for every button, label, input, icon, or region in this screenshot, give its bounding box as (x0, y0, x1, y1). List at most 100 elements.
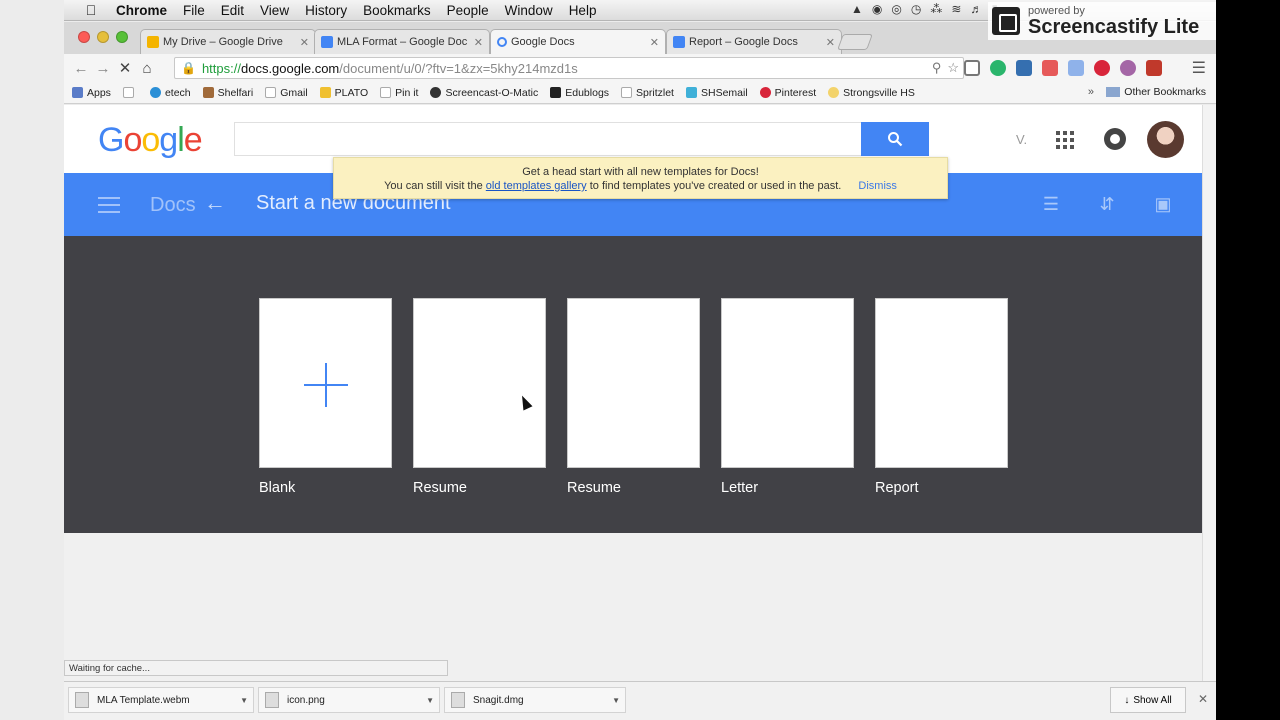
forward-icon[interactable]: → (92, 60, 114, 77)
bookmarks-overflow-icon[interactable]: » (1088, 86, 1094, 98)
templates-notice: Get a head start with all new templates … (333, 157, 948, 199)
bookmark-shelfari[interactable]: Shelfari (202, 87, 253, 99)
tab-google-docs[interactable]: Google Docs ✕ (490, 29, 666, 54)
menu-edit[interactable]: Edit (213, 3, 252, 18)
browser-toolbar: ← → ✕ ⌂ 🔒 https:// docs.google.com /docu… (64, 54, 1216, 82)
extension-green-icon[interactable] (990, 60, 1006, 76)
template-label[interactable]: Report (875, 480, 919, 496)
template-label[interactable]: Blank (259, 480, 295, 496)
menu-history[interactable]: History (297, 3, 355, 18)
powered-by-text: powered by (1028, 4, 1085, 17)
back-icon[interactable]: ← (70, 60, 92, 77)
template-report[interactable] (875, 298, 1008, 468)
google-logo[interactable]: Google (98, 121, 203, 160)
apps-grid-icon[interactable] (1056, 131, 1074, 149)
bookmark-screencast[interactable]: Screencast-O-Matic (430, 87, 538, 99)
bookmark-apps[interactable]: Apps (72, 87, 111, 99)
new-tab-button[interactable] (837, 34, 873, 50)
search-input[interactable] (234, 122, 862, 156)
sort-icon[interactable]: ⇵ (1096, 193, 1118, 215)
close-tab-icon[interactable]: ✕ (650, 36, 659, 49)
sync-icon[interactable]: ◎ (891, 2, 901, 16)
template-resume-2[interactable] (567, 298, 700, 468)
template-letter[interactable] (721, 298, 854, 468)
menu-chrome[interactable]: Chrome (108, 3, 175, 18)
notifications-icon[interactable] (1104, 128, 1126, 150)
menu-bookmarks[interactable]: Bookmarks (355, 3, 439, 18)
avatar[interactable] (1147, 121, 1184, 158)
close-tab-icon[interactable]: ✕ (826, 36, 835, 49)
template-resume-1[interactable] (413, 298, 546, 468)
home-icon[interactable]: ⌂ (136, 60, 158, 77)
list-view-icon[interactable]: ☰ (1040, 193, 1062, 215)
tab-report[interactable]: Report – Google Docs ✕ (666, 29, 842, 54)
menu-view[interactable]: View (252, 3, 297, 18)
back-arrow-icon[interactable]: ← (204, 190, 226, 216)
page-scrollbar[interactable] (1202, 105, 1216, 681)
star-icon[interactable]: ☆ (947, 60, 959, 76)
minimize-window-button[interactable] (97, 31, 109, 43)
zoom-window-button[interactable] (116, 31, 128, 43)
folder-icon[interactable]: ▣ (1152, 193, 1174, 215)
extension-red-icon[interactable] (1042, 60, 1058, 76)
docs-title[interactable]: Docs (150, 194, 196, 217)
close-tab-icon[interactable]: ✕ (474, 36, 483, 49)
stop-icon[interactable]: ✕ (114, 59, 136, 77)
tab-my-drive[interactable]: My Drive – Google Drive ✕ (140, 29, 316, 54)
clock-icon[interactable]: ◷ (911, 2, 921, 16)
dismiss-button[interactable]: Dismiss (858, 180, 897, 192)
chrome-menu-icon[interactable]: ☰ (1192, 58, 1206, 78)
download-item[interactable]: MLA Template.webm ▼ (68, 687, 254, 713)
screencastify-watermark: powered by Screencastify Lite (988, 2, 1216, 40)
other-bookmarks[interactable]: Other Bookmarks (1106, 86, 1206, 98)
chevron-down-icon[interactable]: ▼ (240, 696, 248, 705)
bell-icon[interactable]: ▲ (851, 2, 863, 16)
search-button[interactable] (861, 122, 929, 156)
download-item[interactable]: icon.png ▼ (258, 687, 440, 713)
extension-dark-red-icon[interactable] (1146, 60, 1162, 76)
download-item[interactable]: Snagit.dmg ▼ (444, 687, 626, 713)
pinterest-icon[interactable] (1094, 60, 1110, 76)
url-path: /document/u/0/?ftv=1&zx=5khy214mzd1s (339, 60, 578, 76)
tab-mla-format[interactable]: MLA Format – Google Doc ✕ (314, 29, 490, 54)
plus-icon (304, 363, 348, 407)
close-window-button[interactable] (78, 31, 90, 43)
chevron-down-icon[interactable]: ▼ (612, 696, 620, 705)
bookmark-strongsville[interactable]: Strongsville HS (828, 87, 915, 99)
close-downloads-icon[interactable]: ✕ (1198, 692, 1208, 706)
docs-icon (673, 36, 685, 48)
bookmark-gmail[interactable]: Gmail (265, 87, 308, 99)
address-bar[interactable]: 🔒 https:// docs.google.com /document/u/0… (174, 57, 964, 79)
chevron-down-icon[interactable]: ▼ (426, 696, 434, 705)
template-label[interactable]: Letter (721, 480, 758, 496)
zoom-icon[interactable]: ⚲ (932, 60, 942, 76)
main-menu-icon[interactable] (98, 197, 120, 213)
bookmark-plato[interactable]: PLATO (319, 87, 368, 99)
record-icon[interactable]: ◉ (872, 2, 882, 16)
extension-purple-icon[interactable] (1120, 60, 1136, 76)
template-blank[interactable] (259, 298, 392, 468)
menu-file[interactable]: File (175, 3, 213, 18)
cast-icon[interactable] (964, 60, 980, 76)
bookmark-spritzlet[interactable]: Spritzlet (621, 87, 674, 99)
bookmark-pin-it[interactable]: Pin it (380, 87, 418, 99)
close-tab-icon[interactable]: ✕ (300, 36, 309, 49)
template-label[interactable]: Resume (413, 480, 467, 496)
volume-icon[interactable]: ♬ (970, 2, 982, 16)
bookmark-google[interactable] (122, 87, 138, 98)
menu-help[interactable]: Help (561, 3, 605, 18)
extension-grid-icon[interactable] (1068, 60, 1084, 76)
bookmark-shsemail[interactable]: SHSemail (685, 87, 748, 99)
old-templates-link[interactable]: old templates gallery (486, 180, 587, 192)
extension-blue-icon[interactable] (1016, 60, 1032, 76)
apple-icon[interactable]:  (74, 2, 108, 18)
bookmark-edublogs[interactable]: Edublogs (550, 87, 609, 99)
show-all-button[interactable]: ↓ Show All (1110, 687, 1186, 713)
template-label[interactable]: Resume (567, 480, 621, 496)
menu-window[interactable]: Window (497, 3, 561, 18)
wifi-icon[interactable]: ≋ (951, 2, 961, 16)
bookmark-pinterest[interactable]: Pinterest (759, 87, 816, 99)
bluetooth-icon[interactable]: ⁂ (930, 2, 942, 16)
bookmark-etech[interactable]: etech (149, 87, 191, 99)
menu-people[interactable]: People (439, 3, 497, 18)
